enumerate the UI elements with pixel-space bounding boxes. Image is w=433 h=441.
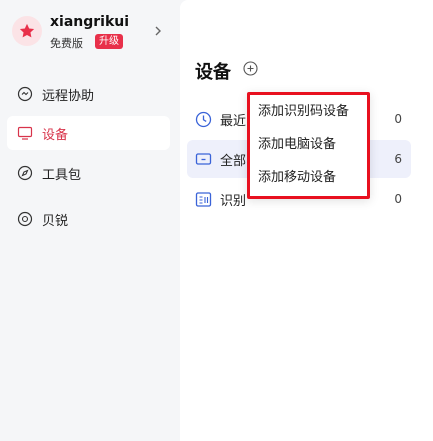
menu-item-add-id-device[interactable]: 添加识别码设备 xyxy=(250,95,367,128)
compass-icon xyxy=(17,165,33,181)
monitor-icon xyxy=(17,125,33,141)
device-count: 6 xyxy=(394,152,402,166)
sidebar-item-toolkit[interactable]: 工具包 xyxy=(7,156,170,190)
avatar[interactable] xyxy=(12,16,42,46)
username: xiangrikui xyxy=(50,14,130,30)
sidebar-item-label: 远程协助 xyxy=(42,88,95,104)
monitor-icon xyxy=(195,151,212,168)
sidebar-item-remote-assist[interactable]: 远程协助 xyxy=(7,77,170,111)
sidebar-item-label: 设备 xyxy=(42,127,69,143)
sidebar-item-label: 工具包 xyxy=(42,167,82,183)
menu-item-add-mobile[interactable]: 添加移动设备 xyxy=(250,161,367,194)
sidebar-item-devices[interactable]: 设备 xyxy=(7,116,170,150)
chevron-right-icon[interactable] xyxy=(152,24,164,38)
sidebar-item-label: 贝锐 xyxy=(42,213,69,229)
star-icon xyxy=(19,23,35,38)
sidebar-item-oray[interactable]: 贝锐 xyxy=(7,202,170,236)
device-group-label: 最近 xyxy=(220,113,247,129)
main-panel: 设备 最近 0 全部 6 识别 0 xyxy=(180,0,433,441)
menu-item-add-computer[interactable]: 添加电脑设备 xyxy=(250,128,367,161)
plan-label: 免费版 xyxy=(50,37,83,50)
clock-icon xyxy=(195,111,212,128)
circle-logo-icon xyxy=(17,211,33,227)
page-title: 设备 xyxy=(195,62,231,83)
upgrade-button[interactable]: 升级 xyxy=(95,34,123,49)
device-group-label: 全部 xyxy=(220,153,247,169)
device-group-label: 识别 xyxy=(220,193,247,209)
id-code-icon xyxy=(195,191,212,208)
sidebar: xiangrikui 免费版 升级 远程协助 设备 工具包 贝锐 xyxy=(0,0,180,441)
add-device-dropdown: 添加识别码设备 添加电脑设备 添加移动设备 xyxy=(247,92,370,199)
device-count: 0 xyxy=(394,112,402,126)
device-count: 0 xyxy=(394,192,402,206)
remote-assist-icon xyxy=(17,86,33,102)
user-profile[interactable]: xiangrikui 免费版 升级 xyxy=(8,12,174,54)
add-circle-icon[interactable] xyxy=(243,61,258,76)
